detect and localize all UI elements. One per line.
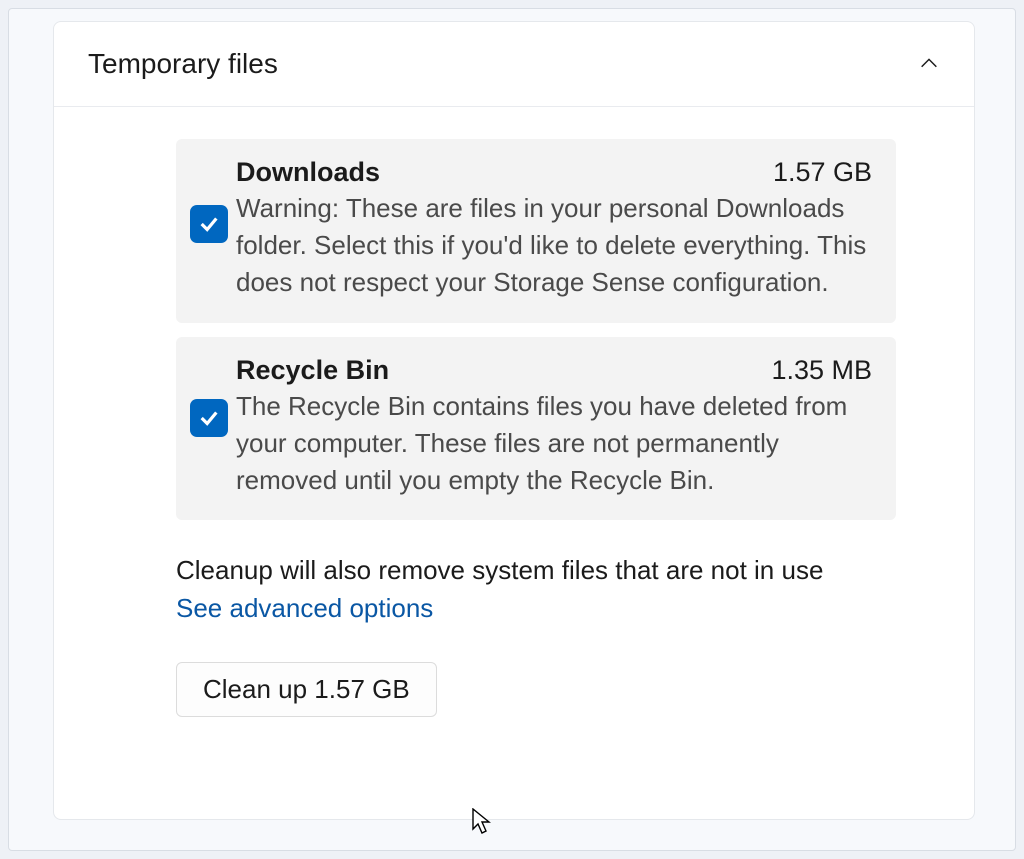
- panel-body: Downloads 1.57 GB Warning: These are fil…: [54, 107, 974, 727]
- item-header-row: Downloads 1.57 GB: [236, 157, 872, 188]
- panel-title: Temporary files: [88, 48, 278, 80]
- cleanup-item-recycle-bin: Recycle Bin 1.35 MB The Recycle Bin cont…: [176, 337, 896, 521]
- checkbox-recycle-bin[interactable]: [190, 399, 228, 437]
- item-content: Downloads 1.57 GB Warning: These are fil…: [236, 157, 872, 301]
- panel-header[interactable]: Temporary files: [54, 22, 974, 107]
- item-description: The Recycle Bin contains files you have …: [236, 388, 872, 499]
- page-background: Temporary files Downloads 1.57 GB Warnin…: [8, 8, 1016, 851]
- item-description: Warning: These are files in your persona…: [236, 190, 872, 301]
- clean-up-button[interactable]: Clean up 1.57 GB: [176, 662, 437, 717]
- item-size: 1.35 MB: [771, 355, 872, 386]
- item-content: Recycle Bin 1.35 MB The Recycle Bin cont…: [236, 355, 872, 499]
- temporary-files-panel: Temporary files Downloads 1.57 GB Warnin…: [53, 21, 975, 820]
- cleanup-item-downloads: Downloads 1.57 GB Warning: These are fil…: [176, 139, 896, 323]
- chevron-up-icon: [918, 53, 940, 75]
- checkbox-downloads[interactable]: [190, 205, 228, 243]
- item-title: Downloads: [236, 157, 380, 188]
- see-advanced-options-link[interactable]: See advanced options: [176, 590, 433, 628]
- item-title: Recycle Bin: [236, 355, 389, 386]
- item-header-row: Recycle Bin 1.35 MB: [236, 355, 872, 386]
- item-size: 1.57 GB: [773, 157, 872, 188]
- cleanup-note: Cleanup will also remove system files th…: [176, 552, 896, 590]
